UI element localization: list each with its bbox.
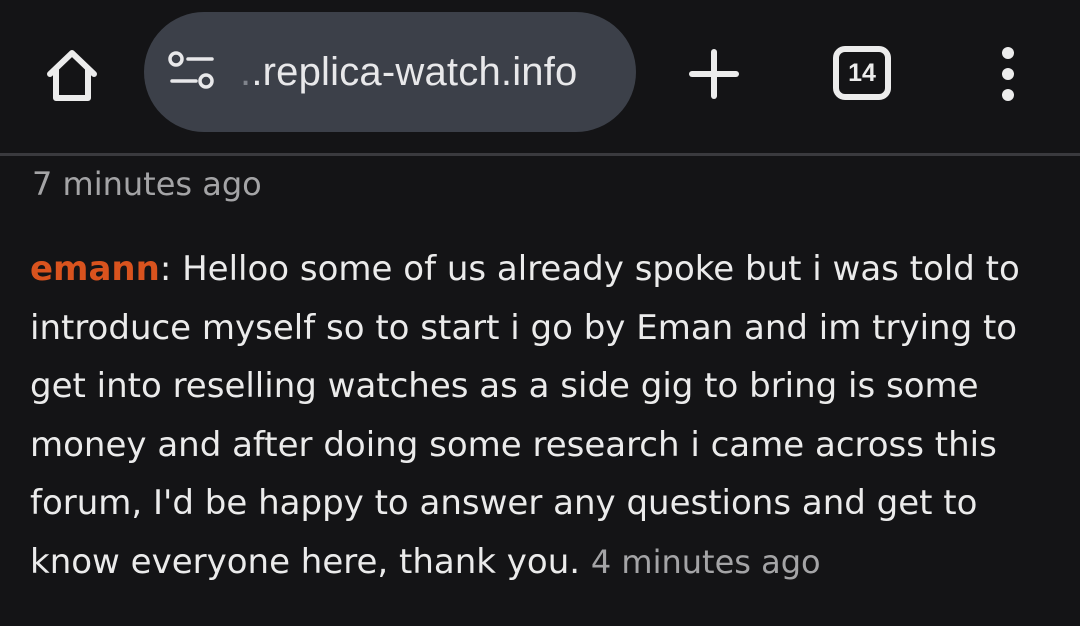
- plus-icon: [689, 49, 739, 99]
- message-text-line: know everyone here, thank you.: [30, 541, 581, 582]
- message-text-line: Helloo some of us already spoke but i wa…: [171, 249, 1020, 289]
- home-icon: [47, 50, 97, 101]
- author-separator: :: [159, 249, 172, 289]
- menu-button[interactable]: [988, 44, 1028, 104]
- message-line: emann: Helloo some of us already spoke b…: [30, 240, 1060, 299]
- chat-message: emann: Helloo some of us already spoke b…: [30, 240, 1060, 592]
- message-text-line: forum, I'd be happy to answer any questi…: [30, 483, 978, 524]
- message-line: know everyone here, thank you. 4 minutes…: [30, 533, 1060, 592]
- url-text[interactable]: ..replica-watch.info: [240, 12, 578, 132]
- browser-toolbar: ..replica-watch.info 14: [0, 0, 1080, 156]
- message-text-line: get into reselling watches as a side gig…: [30, 366, 979, 407]
- message-text-line: introduce myself so to start i go by Ema…: [30, 307, 1018, 348]
- url-domain: .replica-watch.info: [251, 50, 578, 94]
- author-name[interactable]: emann: [30, 249, 160, 289]
- message-timestamp: 4 minutes ago: [590, 542, 821, 581]
- new-tab-button[interactable]: [684, 44, 744, 104]
- message-text-line: money and after doing some research i ca…: [30, 424, 997, 465]
- address-bar[interactable]: ..replica-watch.info: [144, 12, 636, 132]
- previous-comment-timestamp: 7 minutes ago: [32, 165, 262, 203]
- tab-switcher-button[interactable]: 14: [833, 46, 891, 100]
- tab-count: 14: [848, 58, 876, 87]
- url-faded-prefix: .: [240, 50, 252, 94]
- home-button[interactable]: [38, 40, 106, 108]
- more-vertical-icon: [1002, 47, 1014, 101]
- tune-icon[interactable]: [168, 48, 218, 94]
